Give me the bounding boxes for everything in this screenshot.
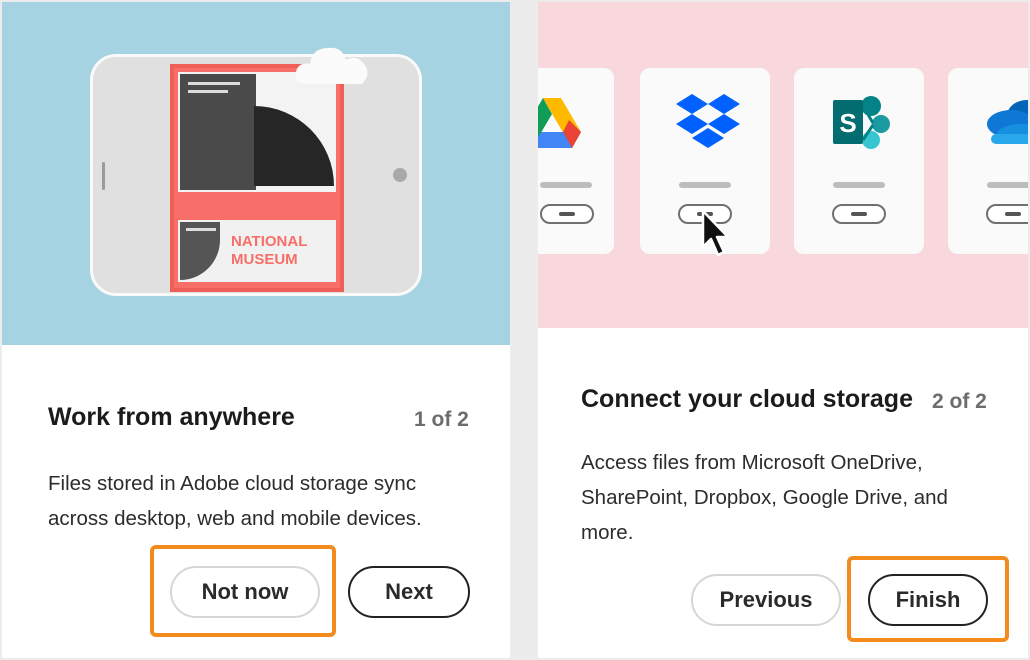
cloud-icon [295,47,368,84]
tile-label-placeholder [833,182,885,188]
onboarding-card-cloud-storage: S Connect your cloud storage 2 of 2 Acce… [538,2,1028,658]
card-title: Connect your cloud storage [581,385,913,413]
svg-text:S: S [839,108,856,138]
tablet-side-slot [102,162,105,190]
tile-label-placeholder [987,182,1028,188]
poster-line [188,82,240,85]
connect-toggle[interactable] [832,204,886,224]
cloud-storage-illustration: S [538,2,1028,328]
tablet-home-button [393,168,407,182]
poster-text-line2: MUSEUM [231,251,298,268]
card-title: Work from anywhere [48,403,295,431]
poster-text-line1: NATIONAL [231,233,308,250]
step-indicator: 1 of 2 [414,408,469,431]
tile-label-placeholder [540,182,592,188]
service-tile-google-drive [538,68,614,254]
google-drive-icon [538,98,581,148]
mouse-cursor-icon [701,209,730,257]
tile-label-placeholder [679,182,731,188]
not-now-button[interactable]: Not now [170,566,320,618]
service-tile-sharepoint: S [794,68,924,254]
finish-button[interactable]: Finish [868,574,988,626]
dropbox-icon [676,94,740,148]
poster-caption-line [186,228,216,231]
sharepoint-icon: S [833,96,890,149]
card-description: Files stored in Adobe cloud storage sync… [48,472,422,530]
previous-button[interactable]: Previous [691,574,841,626]
next-button[interactable]: Next [348,566,470,618]
poster-line [188,90,228,93]
connect-toggle[interactable] [986,204,1028,224]
connect-toggle[interactable] [540,204,594,224]
step-indicator: 2 of 2 [932,390,987,413]
work-anywhere-illustration: NATIONAL MUSEUM [2,2,510,345]
onedrive-icon [987,100,1028,144]
service-tile-onedrive [948,68,1028,254]
card-description: Access files from Microsoft OneDrive, Sh… [581,451,948,544]
onboarding-card-work-anywhere: NATIONAL MUSEUM Work from anywhere 1 of … [2,2,510,658]
poster-text: NATIONAL MUSEUM [231,233,331,269]
